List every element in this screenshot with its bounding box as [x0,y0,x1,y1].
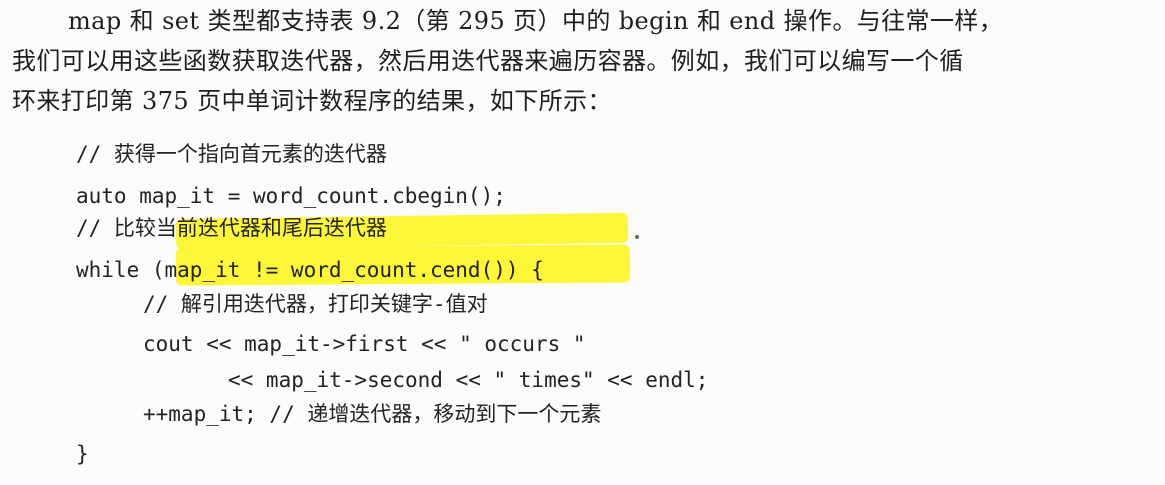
code-comment: // 获得一个指向首元素的迭代器 [76,142,387,166]
code-line: auto map_it = word_count.cbegin(); [76,184,506,208]
paragraph-line: 我们可以用这些函数获取迭代器，然后用迭代器来遍历容器。例如，我们可以编写一个循 [12,47,964,75]
code-comment: // 比较当前迭代器和尾后迭代器 [76,216,387,240]
code-block: // 获得一个指向首元素的迭代器 auto map_it = word_coun… [0,138,1165,485]
code-line: ++map_it; // 递增迭代器，移动到下一个元素 [143,402,602,426]
code-line: while (map_it != word_count.cend()) { [76,258,544,282]
code-line: << map_it->second << " times" << endl; [228,368,709,392]
code-line: cout << map_it->first << " occurs " [143,332,586,356]
document-page: map 和 set 类型都支持表 9.2（第 295 页）中的 begin 和 … [0,0,1165,485]
body-paragraph: map 和 set 类型都支持表 9.2（第 295 页）中的 begin 和 … [0,0,1165,140]
code-comment: // 解引用迭代器，打印关键字-值对 [143,292,488,316]
paragraph-line: 环来打印第 375 页中单词计数程序的结果，如下所示： [12,87,612,115]
paragraph-line: map 和 set 类型都支持表 9.2（第 295 页）中的 begin 和 … [68,7,1004,35]
code-line: } [76,442,89,466]
